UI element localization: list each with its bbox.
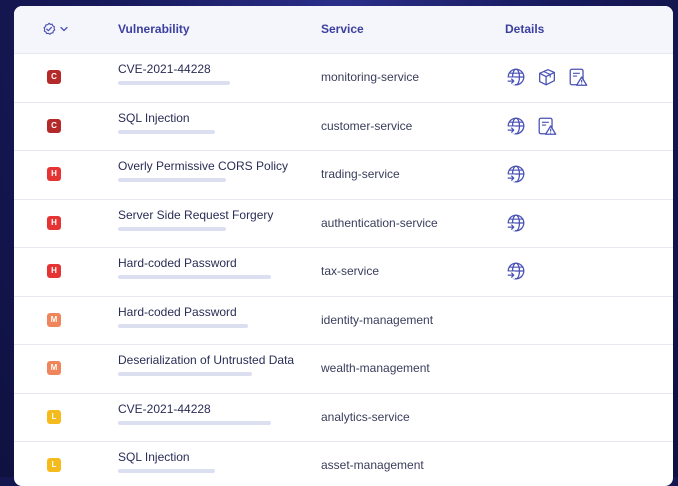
details-icons	[505, 66, 589, 88]
service-name: trading-service	[321, 167, 400, 181]
vulnerability-name[interactable]: Hard-coded Password	[118, 305, 237, 319]
service-name: asset-management	[321, 458, 424, 472]
details-icons	[505, 212, 527, 234]
vulnerability-name[interactable]: CVE-2021-44228	[118, 62, 211, 76]
vulnerability-name[interactable]: CVE-2021-44228	[118, 402, 211, 416]
placeholder-bar	[118, 469, 215, 473]
severity-badge: H	[47, 215, 61, 230]
table-body: C CVE-2021-44228 monitoring-service C SQL In…	[14, 54, 673, 486]
placeholder-bar	[118, 129, 215, 134]
placeholder-bar	[118, 178, 226, 182]
placeholder-bar	[118, 420, 271, 425]
globe-arrow-icon[interactable]	[505, 66, 527, 88]
vulnerability-name[interactable]: Hard-coded Password	[118, 256, 237, 270]
details-icons	[505, 260, 527, 282]
table-row[interactable]: C SQL Injection customer-service	[14, 103, 673, 151]
service-name: identity-management	[321, 312, 434, 327]
vulnerability-name[interactable]: SQL Injection	[118, 111, 190, 125]
vulnerability-name[interactable]: SQL Injection	[118, 450, 190, 464]
placeholder-bar	[118, 81, 230, 85]
severity-badge: C	[47, 70, 61, 84]
select-all-dropdown[interactable]	[42, 22, 69, 36]
check-circle-icon	[43, 22, 56, 35]
table-row[interactable]: M Hard-coded Password identity-management	[14, 297, 673, 345]
chevron-down-icon	[60, 26, 68, 32]
globe-arrow-icon[interactable]	[505, 163, 527, 185]
placeholder-bar	[118, 372, 252, 376]
service-name: monitoring-service	[321, 70, 420, 84]
severity-badge: M	[47, 361, 61, 375]
details-icons	[505, 163, 527, 185]
table-row[interactable]: C CVE-2021-44228 monitoring-service	[14, 54, 673, 103]
severity-badge: L	[47, 458, 61, 472]
service-name: analytics-service	[321, 409, 410, 424]
details-icons	[505, 115, 558, 137]
table-row[interactable]: L CVE-2021-44228 analytics-service	[14, 394, 673, 442]
severity-badge: H	[47, 167, 61, 181]
placeholder-bar	[118, 226, 226, 231]
column-header-vulnerability[interactable]: Vulnerability	[118, 6, 190, 53]
service-name: customer-service	[321, 118, 413, 133]
severity-badge: L	[47, 409, 61, 424]
table-row[interactable]: H Overly Permissive CORS Policy trading-se…	[14, 151, 673, 200]
severity-badge: M	[47, 312, 61, 327]
vulnerability-table-card: Vulnerability Service Details C CVE-2021-…	[14, 6, 673, 486]
service-name: tax-service	[321, 264, 380, 278]
table-row[interactable]: H Hard-coded Password tax-service	[14, 248, 673, 297]
table-row[interactable]: M Deserialization of Untrusted Data wealth…	[14, 345, 673, 394]
column-header-details[interactable]: Details	[505, 6, 544, 53]
service-name: wealth-management	[321, 361, 430, 375]
table-row[interactable]: H Server Side Request Forgery authenticati…	[14, 200, 673, 248]
table-row[interactable]: L SQL Injection asset-management	[14, 442, 673, 486]
alert-document-icon[interactable]	[536, 115, 558, 137]
service-name: authentication-service	[321, 215, 438, 230]
severity-badge: C	[47, 118, 61, 133]
globe-arrow-icon[interactable]	[505, 115, 527, 137]
placeholder-bar	[118, 275, 271, 279]
package-icon[interactable]	[536, 66, 558, 88]
placeholder-bar	[118, 323, 248, 328]
column-header-service[interactable]: Service	[321, 6, 364, 53]
vulnerability-name[interactable]: Server Side Request Forgery	[118, 208, 273, 222]
alert-document-icon[interactable]	[567, 66, 589, 88]
severity-badge: H	[47, 264, 61, 278]
vulnerability-name[interactable]: Deserialization of Untrusted Data	[118, 353, 294, 367]
vulnerability-name[interactable]: Overly Permissive CORS Policy	[118, 159, 288, 173]
globe-arrow-icon[interactable]	[505, 260, 527, 282]
globe-arrow-icon[interactable]	[505, 212, 527, 234]
table-header: Vulnerability Service Details	[14, 6, 673, 54]
